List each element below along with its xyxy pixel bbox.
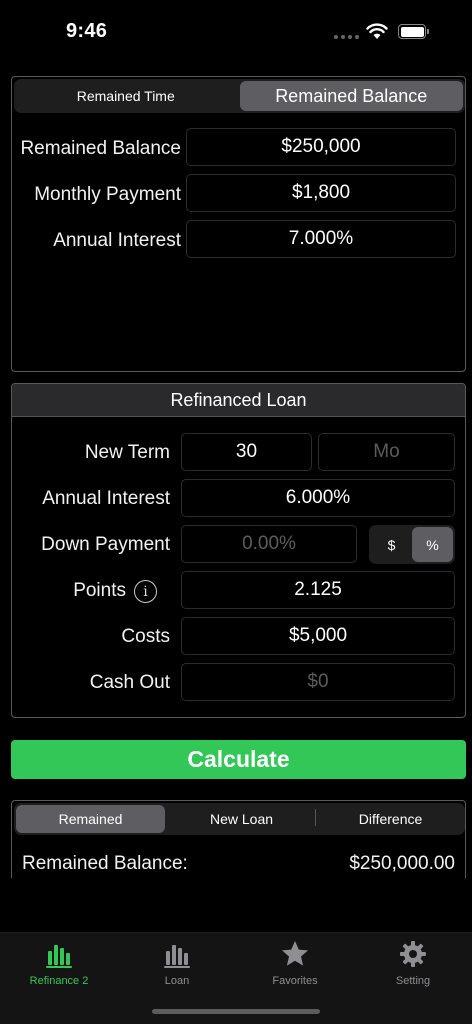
tab-label: Favorites bbox=[272, 975, 318, 987]
segment-difference[interactable]: Difference bbox=[316, 803, 465, 835]
bar-chart-icon bbox=[46, 945, 72, 968]
monthly-payment-field[interactable]: $1,800 bbox=[186, 174, 456, 212]
remained-balance-field[interactable]: $250,000 bbox=[186, 128, 456, 166]
home-indicator bbox=[152, 1009, 320, 1014]
tab-setting[interactable]: Setting bbox=[354, 939, 472, 987]
star-icon bbox=[282, 941, 308, 966]
results-segmented-control: Remained New Loan Difference bbox=[14, 803, 465, 835]
new-term-months-field[interactable]: Mo bbox=[318, 433, 455, 471]
calculate-button[interactable]: Calculate bbox=[11, 740, 466, 779]
tab-loan[interactable]: Loan bbox=[118, 939, 236, 987]
segment-remained-time[interactable]: Remained Time bbox=[14, 79, 238, 113]
segment-divider bbox=[315, 809, 316, 826]
refinanced-loan-panel: Refinanced Loan New Term 30 Mo Annual In… bbox=[11, 383, 466, 718]
refinanced-loan-title: Refinanced Loan bbox=[12, 384, 465, 417]
unit-percent-option[interactable]: % bbox=[412, 527, 453, 562]
remaining-loan-panel: Remained Time Remained Balance Remained … bbox=[11, 76, 466, 372]
remained-balance-label: Remained Balance bbox=[20, 138, 181, 159]
cash-out-label: Cash Out bbox=[89, 672, 170, 693]
battery-icon bbox=[398, 24, 426, 39]
down-payment-unit-toggle: $ % bbox=[369, 525, 455, 564]
status-time: 9:46 bbox=[66, 20, 108, 42]
result-remained-balance-label: Remained Balance: bbox=[22, 853, 188, 874]
result-remained-balance-value: $250,000.00 bbox=[349, 853, 455, 874]
unit-dollar-option[interactable]: $ bbox=[371, 527, 412, 562]
new-annual-interest-label: Annual Interest bbox=[42, 488, 170, 509]
segment-remained-balance[interactable]: Remained Balance bbox=[239, 81, 463, 111]
tab-refinance-2[interactable]: Refinance 2 bbox=[0, 939, 118, 987]
gear-icon bbox=[400, 941, 426, 967]
costs-field[interactable]: $5,000 bbox=[181, 617, 455, 655]
bar-chart-icon bbox=[164, 945, 190, 968]
new-term-field[interactable]: 30 bbox=[181, 433, 312, 471]
new-term-label: New Term bbox=[84, 442, 170, 463]
status-bar: 9:46 bbox=[0, 0, 472, 64]
cash-out-field[interactable]: $0 bbox=[181, 663, 455, 701]
points-label: Points bbox=[73, 580, 126, 601]
monthly-payment-label: Monthly Payment bbox=[34, 184, 181, 205]
annual-interest-label: Annual Interest bbox=[53, 230, 181, 251]
tab-label: Setting bbox=[395, 975, 431, 987]
annual-interest-field[interactable]: 7.000% bbox=[186, 220, 456, 258]
down-payment-field[interactable]: 0.00% bbox=[181, 525, 357, 563]
tab-label: Loan bbox=[164, 975, 190, 987]
tab-favorites[interactable]: Favorites bbox=[236, 939, 354, 987]
cellular-signal-icon bbox=[334, 35, 359, 39]
new-annual-interest-field[interactable]: 6.000% bbox=[181, 479, 455, 517]
results-panel: Remained New Loan Difference Remained Ba… bbox=[11, 800, 466, 878]
info-icon[interactable]: i bbox=[134, 580, 157, 603]
points-field[interactable]: 2.125 bbox=[181, 571, 455, 609]
down-payment-label: Down Payment bbox=[41, 534, 170, 555]
segment-new-loan[interactable]: New Loan bbox=[167, 803, 316, 835]
segment-remained[interactable]: Remained bbox=[16, 805, 165, 833]
tab-label: Refinance 2 bbox=[29, 975, 89, 987]
mode-segmented-control: Remained Time Remained Balance bbox=[14, 79, 465, 113]
wifi-icon bbox=[366, 23, 388, 39]
costs-label: Costs bbox=[121, 626, 170, 647]
